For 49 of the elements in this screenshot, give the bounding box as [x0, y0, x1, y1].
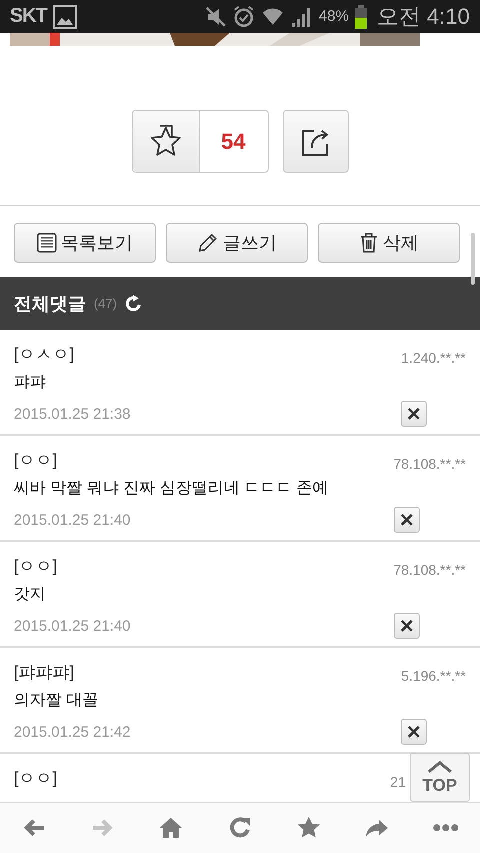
- mute-icon: [205, 6, 228, 28]
- alarm-icon: [233, 4, 256, 28]
- write-button[interactable]: 글쓰기: [166, 223, 308, 263]
- scroll-top-button[interactable]: TOP: [410, 753, 470, 802]
- delete-button[interactable]: 삭제: [318, 223, 460, 263]
- comment-date: 2015.01.25 21:42: [14, 724, 132, 740]
- comment-author: [ㅇㅇ]: [14, 450, 58, 472]
- share-button[interactable]: [282, 110, 348, 173]
- trash-icon: [359, 232, 379, 254]
- comment-ip: 78.108.**.**: [394, 562, 466, 578]
- comment-count: (47): [94, 296, 118, 311]
- pencil-icon: [197, 232, 219, 254]
- close-icon: [400, 514, 413, 526]
- comment-author: [ㅇㅇ]: [14, 768, 58, 790]
- close-icon: [408, 726, 420, 738]
- delete-comment-button[interactable]: [394, 613, 420, 639]
- comment-date: 2015.01.25 21:40: [14, 618, 132, 634]
- comment-ip: 21: [390, 774, 406, 790]
- battery-icon: [355, 4, 368, 28]
- recommend-button[interactable]: [132, 111, 200, 172]
- comment-date: 2015.01.25 21:40: [14, 512, 132, 528]
- comment-ip: 1.240.**.**: [401, 350, 466, 366]
- comment-author: [퍄퍄퍄]: [14, 662, 74, 684]
- comment-author: [ㅇㅇ]: [14, 556, 58, 578]
- scrollbar: [471, 233, 475, 285]
- clock: 오전 4:10: [377, 2, 470, 30]
- more-icon: [432, 824, 460, 832]
- delete-comment-button[interactable]: [401, 401, 428, 427]
- comments-title: 전체댓글: [14, 292, 86, 316]
- close-icon: [400, 620, 413, 632]
- battery-percent: 48%: [319, 8, 350, 25]
- comment-text: 씨바 막짤 뭐냐 진짜 심장떨리네 ㄷㄷㄷ 존예: [14, 478, 330, 498]
- carrier-name: SKT: [10, 5, 47, 28]
- delete-comment-button[interactable]: [401, 719, 428, 745]
- close-icon: [408, 408, 420, 420]
- comment-author: [ㅇㅅㅇ]: [14, 344, 74, 366]
- list-button[interactable]: 목록보기: [14, 223, 156, 263]
- comment-text: 갓지: [14, 584, 47, 604]
- delete-comment-button[interactable]: [394, 507, 420, 533]
- recommend-count: 54: [220, 128, 247, 156]
- comment-text: 퍄퍄: [14, 372, 47, 392]
- image-icon: [53, 4, 77, 28]
- chevron-up-icon: [427, 760, 453, 774]
- refresh-icon[interactable]: [125, 294, 144, 312]
- comment-ip: 5.196.**.**: [401, 668, 466, 684]
- comment-date: 2015.01.25 21:38: [14, 406, 132, 422]
- comment-text: 의자짤 대꼴: [14, 690, 100, 710]
- comment-ip: 78.108.**.**: [394, 456, 466, 472]
- list-icon: [37, 233, 57, 253]
